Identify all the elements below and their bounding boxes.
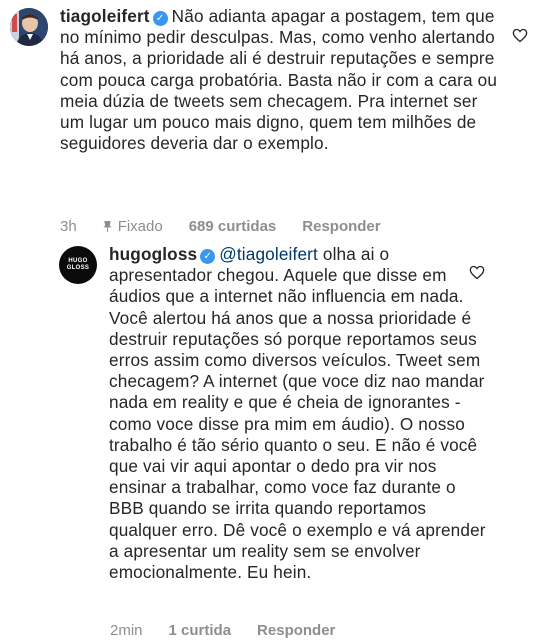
avatar-hugogloss[interactable]: HUGO GLOSS	[59, 246, 97, 284]
comment-time: 3h	[60, 218, 77, 235]
verified-badge-icon: ✓	[200, 249, 216, 264]
comment-username[interactable]: tiagoleifert	[60, 6, 150, 26]
verified-badge-icon: ✓	[152, 11, 168, 26]
reply-text: olha ai o apresentador chegou. Aquele qu…	[109, 244, 486, 583]
comment-meta: 3h Fixado 689 curtidas Responder	[60, 218, 407, 235]
avatar-tiagoleifert[interactable]	[10, 8, 48, 46]
reply-likes[interactable]: 1 curtida	[169, 622, 232, 639]
comment-main: tiagoleifert ✓ Não adianta apagar a postag…	[10, 6, 500, 154]
avatar-logo-top: HUGO	[68, 258, 88, 264]
heart-outline-icon[interactable]	[469, 265, 485, 280]
comment-body: tiagoleifert ✓ Não adianta apagar a postag…	[60, 6, 500, 154]
reply-body: hugogloss ✓ @tiagoleifert olha ai o aprese…	[109, 244, 487, 583]
pin-icon	[103, 221, 112, 232]
heart-outline-icon[interactable]	[512, 28, 528, 43]
comment-reply: HUGO GLOSS hugogloss ✓ @tiagoleifert olha …	[59, 244, 499, 583]
comment-likes[interactable]: 689 curtidas	[189, 218, 277, 235]
pinned-label: Fixado	[103, 218, 163, 235]
avatar-logo-bottom: GLOSS	[66, 265, 90, 271]
reply-reply-button[interactable]: Responder	[257, 622, 335, 639]
comment-text: Não adianta apagar a postagem, tem que n…	[60, 6, 498, 154]
reply-username[interactable]: hugogloss	[109, 244, 197, 264]
reply-meta: 2min 1 curtida Responder	[110, 622, 361, 639]
avatar-photo	[10, 8, 48, 46]
reply-mention[interactable]: @tiagoleifert	[219, 244, 318, 264]
reply-time: 2min	[110, 622, 143, 639]
comment-reply-button[interactable]: Responder	[302, 218, 380, 235]
